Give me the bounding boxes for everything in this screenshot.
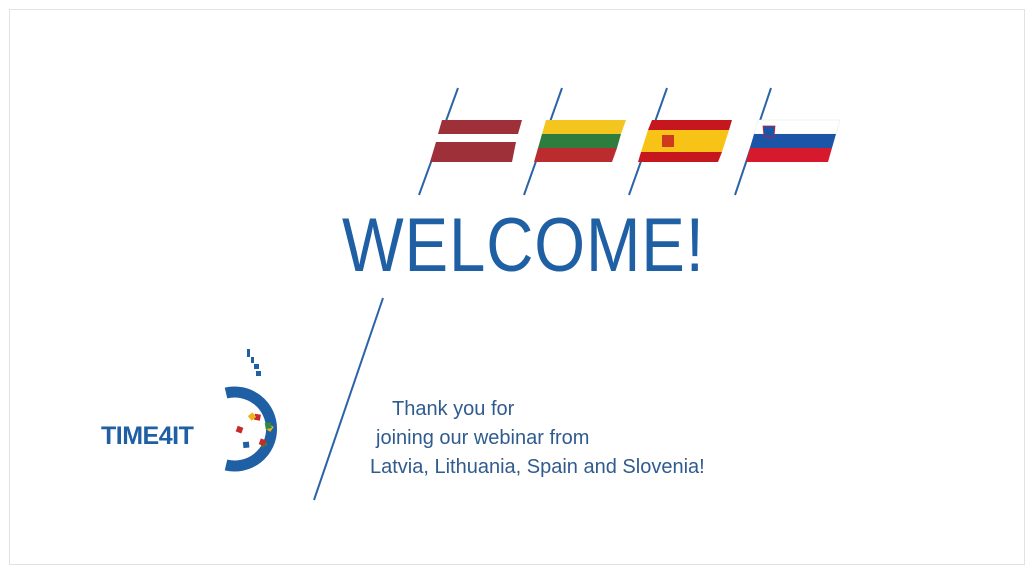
spain-flag-icon (638, 120, 732, 162)
welcome-heading: WELCOME! (342, 203, 705, 288)
message-line-1: Thank you for (392, 398, 515, 420)
message-line-2: joining our webinar from (376, 427, 590, 449)
slovenia-flag-icon (746, 119, 841, 162)
message-line-3: Latvia, Lithuania, Spain and Slovenia! (370, 456, 705, 478)
time4it-logo-icon (224, 349, 277, 472)
lithuania-flag-icon (534, 120, 626, 162)
coat-of-arms-icon (762, 125, 776, 139)
logo-wordmark: TIME4IT (101, 422, 194, 450)
coat-of-arms-icon (662, 135, 674, 147)
latvia-flag-icon (430, 120, 522, 162)
